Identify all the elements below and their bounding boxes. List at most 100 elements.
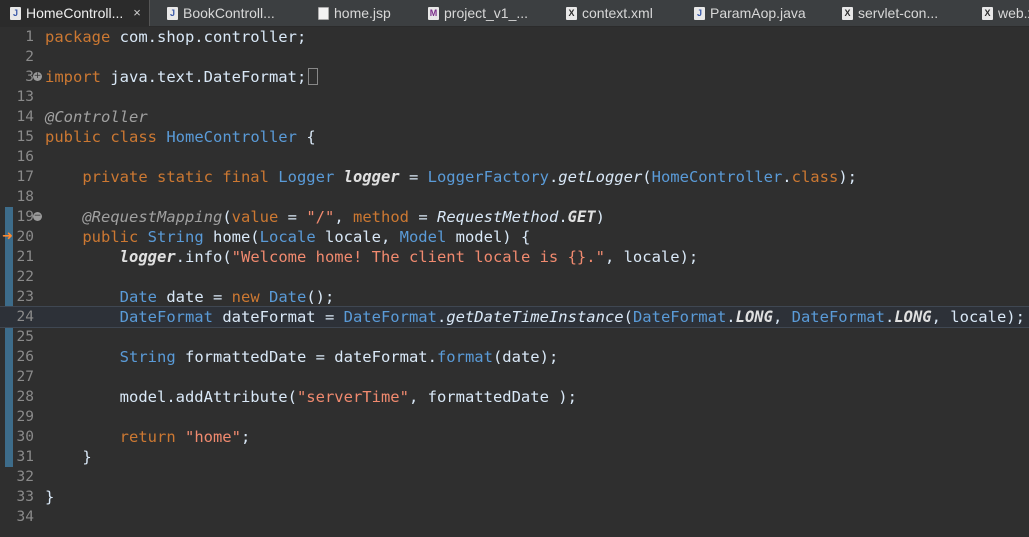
line-number: 2 xyxy=(25,49,34,65)
tab-4[interactable]: Xcontext.xml xyxy=(556,0,653,26)
code-line[interactable]: 17 private static final Logger logger = … xyxy=(0,167,1029,187)
tab-1[interactable]: J BookControll... xyxy=(157,0,275,26)
jsp-file-icon xyxy=(318,6,329,20)
java-file-icon: J xyxy=(694,6,705,20)
code-line[interactable]: 28 model.addAttribute("serverTime", form… xyxy=(0,387,1029,407)
code-line[interactable]: 24 DateFormat dateFormat = DateFormat.ge… xyxy=(0,306,1029,328)
line-number: 1 xyxy=(25,29,34,45)
code-token: .info( xyxy=(175,248,232,266)
tab-7[interactable]: Xweb.x xyxy=(972,0,1029,26)
code-token: . xyxy=(548,168,559,186)
tab-label: web.x xyxy=(998,5,1029,21)
code-line[interactable]: 30 return "home"; xyxy=(0,427,1029,447)
code-token: . xyxy=(782,168,792,186)
code-token: public class xyxy=(45,128,167,146)
code-token: com.shop.controller; xyxy=(119,28,307,46)
code-token: Logger xyxy=(278,168,344,186)
editor-tab-bar: J HomeControll... × J BookControll... home.js… xyxy=(0,0,1029,27)
code-token: home( xyxy=(212,228,260,246)
code-text: logger.info("Welcome home! The client lo… xyxy=(45,247,699,267)
code-line[interactable]: 2 xyxy=(0,47,1029,67)
code-token: String xyxy=(147,228,213,246)
code-line[interactable]: 29 xyxy=(0,407,1029,427)
code-line[interactable]: 20 ➜ public String home(Locale locale, Mo… xyxy=(0,227,1029,247)
code-token: logger xyxy=(343,168,400,186)
code-token: model.addAttribute( xyxy=(45,388,297,406)
code-line[interactable]: 33} xyxy=(0,487,1029,507)
java-file-icon: J xyxy=(167,6,178,20)
code-token: LoggerFactory xyxy=(427,168,549,186)
folded-code-box[interactable] xyxy=(308,68,319,85)
code-text: @RequestMapping(value = "/", method = Re… xyxy=(45,207,605,227)
code-token: ; xyxy=(240,428,251,446)
line-number: 25 xyxy=(16,329,34,345)
line-number: 33 xyxy=(16,489,34,505)
line-number: 30 xyxy=(16,429,34,445)
line-number: 24 xyxy=(16,309,34,325)
code-token: locale, xyxy=(324,228,400,246)
code-token: model) { xyxy=(455,228,531,246)
line-number: 15 xyxy=(16,129,34,145)
close-tab-icon[interactable]: × xyxy=(133,0,141,26)
code-line[interactable]: 25 xyxy=(0,327,1029,347)
code-token: DateFormat xyxy=(791,308,885,326)
code-line[interactable]: 34 xyxy=(0,507,1029,527)
code-token: LONG xyxy=(735,308,773,326)
code-line[interactable]: 15 public class HomeController { xyxy=(0,127,1029,147)
code-line[interactable]: 13 xyxy=(0,87,1029,107)
tab-0[interactable]: J HomeControll... × xyxy=(0,0,150,26)
tab-label: home.jsp xyxy=(334,5,391,21)
code-token: , locale); xyxy=(931,308,1025,326)
line-number: 32 xyxy=(16,469,34,485)
code-text: return "home"; xyxy=(45,427,251,447)
code-line[interactable]: 26 String formattedDate = dateFormat.for… xyxy=(0,347,1029,367)
code-token: dateFormat = xyxy=(222,308,344,326)
tab-6[interactable]: Xservlet-con... xyxy=(832,0,938,26)
code-token: Model xyxy=(399,228,456,246)
line-number: 29 xyxy=(16,409,34,425)
tab-label: context.xml xyxy=(582,5,653,21)
code-line[interactable]: 31 } xyxy=(0,447,1029,467)
code-line[interactable]: 22 xyxy=(0,267,1029,287)
code-line[interactable]: 21 logger.info("Welcome home! The client… xyxy=(0,247,1029,267)
code-token: . xyxy=(436,308,447,326)
tab-label: project_v1_... xyxy=(444,5,529,21)
tab-5[interactable]: J ParamAop.java xyxy=(684,0,806,26)
code-line[interactable]: 14 @Controller xyxy=(0,107,1029,127)
tab-label: servlet-con... xyxy=(858,5,939,21)
code-token: "home" xyxy=(184,428,241,446)
code-token: = xyxy=(278,208,307,226)
code-token: Date xyxy=(268,288,307,306)
code-line[interactable]: 16 xyxy=(0,147,1029,167)
code-line[interactable]: 32 xyxy=(0,467,1029,487)
code-line[interactable]: 1 package com.shop.controller; xyxy=(0,27,1029,47)
line-number: 18 xyxy=(16,189,34,205)
tab-label: ParamAop.java xyxy=(710,5,806,21)
code-line[interactable]: 27 xyxy=(0,367,1029,387)
code-text: } xyxy=(45,447,91,467)
code-editor[interactable]: 1 package com.shop.controller; 2 3 + import j… xyxy=(0,27,1029,537)
collapse-fold-icon[interactable]: − xyxy=(33,212,42,221)
xml-file-icon: X xyxy=(982,6,993,20)
code-token: "serverTime" xyxy=(296,388,409,406)
code-token: logger xyxy=(119,248,176,266)
code-line[interactable]: 18 xyxy=(0,187,1029,207)
code-token: GET xyxy=(567,208,596,226)
code-token: = xyxy=(409,208,437,226)
code-token: . xyxy=(884,308,895,326)
code-token: (date); xyxy=(492,348,559,366)
tab-3[interactable]: Mproject_v1_... xyxy=(418,0,528,26)
code-line[interactable]: 3 + import java.text.DateFormat; xyxy=(0,67,1029,87)
line-number: 22 xyxy=(16,269,34,285)
line-number: 34 xyxy=(16,509,34,525)
code-token: getLogger xyxy=(558,168,643,186)
code-text: public String home(Locale locale, Model … xyxy=(45,227,530,247)
code-line[interactable]: 19− @RequestMapping(value = "/", method … xyxy=(0,207,1029,227)
tab-2[interactable]: home.jsp xyxy=(308,0,391,26)
code-token: , locale); xyxy=(604,248,699,266)
code-line[interactable]: 23 Date date = new Date(); xyxy=(0,287,1029,307)
expand-fold-icon[interactable]: + xyxy=(33,72,42,81)
